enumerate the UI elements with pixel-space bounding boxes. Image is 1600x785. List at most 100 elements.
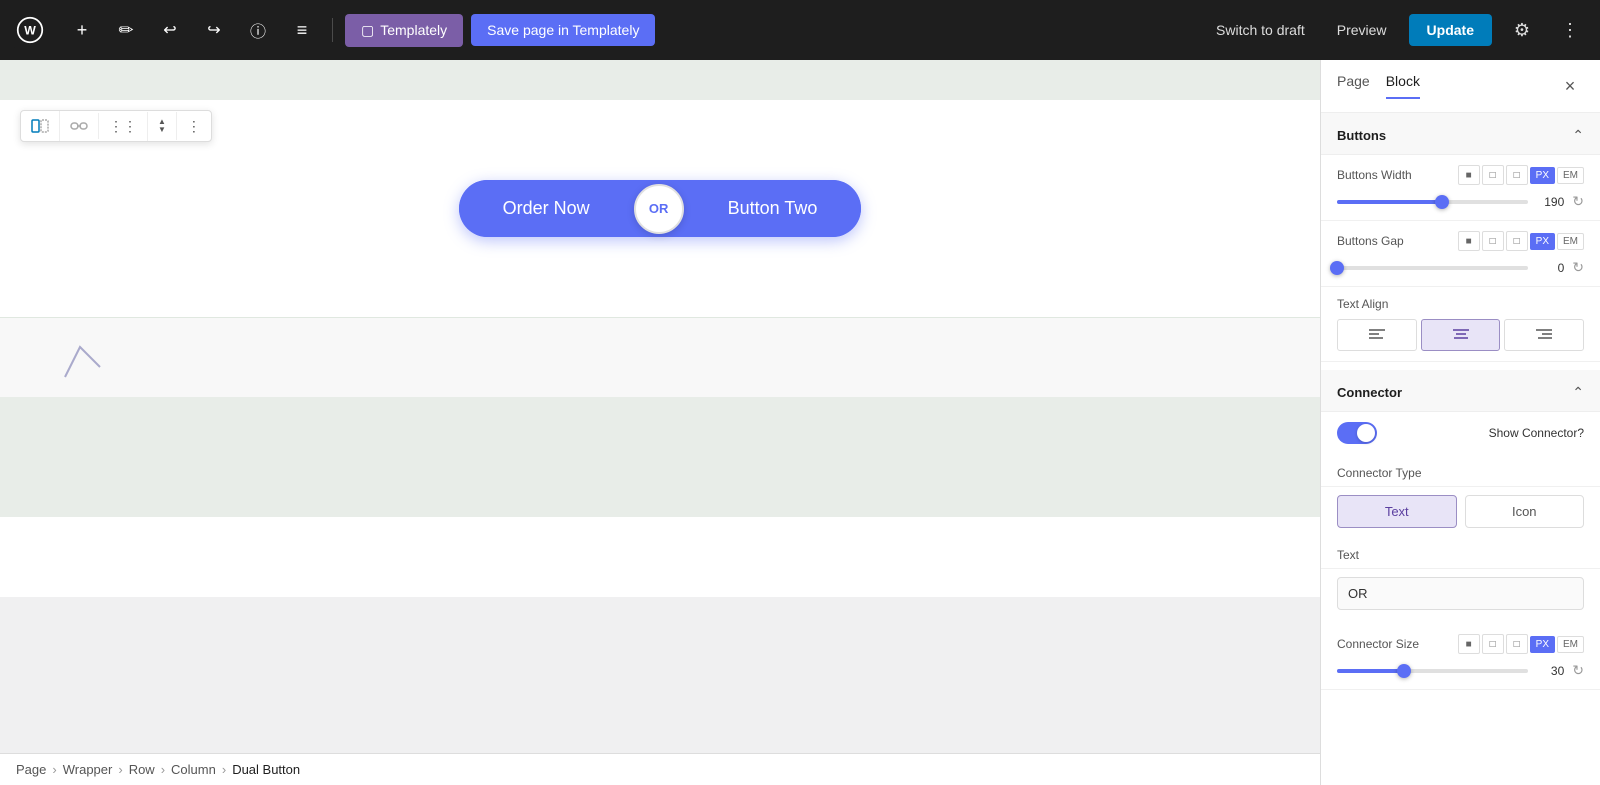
- templately-icon: ▢: [361, 22, 374, 39]
- edit-button[interactable]: ✏: [108, 12, 144, 48]
- connector-text-label-row: Text: [1321, 536, 1600, 569]
- save-page-templately-button[interactable]: Save page in Templately: [471, 14, 655, 46]
- connector-type-label: Connector Type: [1337, 466, 1422, 480]
- top-section: [0, 60, 1320, 100]
- breadcrumb-sep-1: ›: [52, 762, 56, 777]
- tablet-icon-conn[interactable]: □: [1482, 634, 1504, 654]
- connector-text-input[interactable]: [1337, 577, 1584, 610]
- move-button[interactable]: ⋮⋮: [99, 112, 148, 141]
- show-connector-label: Show Connector?: [1489, 426, 1584, 440]
- redo-button[interactable]: ↪: [196, 12, 232, 48]
- align-right-button[interactable]: [1504, 319, 1584, 351]
- connector-size-units: ■ □ □ PX EM: [1458, 634, 1584, 654]
- connector-size-reset[interactable]: ↻: [1572, 662, 1584, 679]
- toolbar: W + ✏ ↩ ↪ ⓘ ≡ ▢ Templately Save page in …: [0, 0, 1600, 60]
- connector-size-control: Connector Size ■ □ □ PX EM: [1321, 624, 1600, 690]
- connector-size-slider[interactable]: [1337, 669, 1528, 673]
- breadcrumb-wrapper[interactable]: Wrapper: [63, 762, 113, 777]
- buttons-section-header: Buttons ⌃: [1321, 113, 1600, 155]
- unit-px-conn-size[interactable]: PX: [1530, 636, 1555, 653]
- buttons-section-toggle[interactable]: ⌃: [1572, 127, 1584, 144]
- settings-button[interactable]: ⚙: [1504, 12, 1540, 48]
- responsive-icon-conn[interactable]: ■: [1458, 634, 1480, 654]
- toggle-knob: [1357, 424, 1375, 442]
- more-options-button[interactable]: ⋮: [1552, 12, 1588, 48]
- buttons-gap-reset[interactable]: ↻: [1572, 259, 1584, 276]
- connector-type-text-button[interactable]: Text: [1337, 495, 1457, 528]
- switch-to-draft-button[interactable]: Switch to draft: [1206, 16, 1315, 44]
- buttons-gap-control: Buttons Gap ■ □ □ PX EM: [1321, 221, 1600, 287]
- buttons-width-value: 190: [1536, 195, 1564, 209]
- tablet-icon-gap[interactable]: □: [1482, 231, 1504, 251]
- align-center-button[interactable]: [1421, 319, 1501, 351]
- show-connector-toggle[interactable]: [1337, 422, 1377, 444]
- slider-track: [1337, 200, 1528, 204]
- templately-label: Templately: [380, 22, 447, 38]
- connector-type-icon-button[interactable]: Icon: [1465, 495, 1585, 528]
- dual-button-wrapper: Order Now OR Button Two: [459, 180, 862, 237]
- tab-block[interactable]: Block: [1386, 73, 1420, 99]
- tablet-icon[interactable]: □: [1482, 165, 1504, 185]
- breadcrumb-column[interactable]: Column: [171, 762, 216, 777]
- responsive-icon[interactable]: ■: [1458, 165, 1480, 185]
- breadcrumb-sep-3: ›: [161, 762, 165, 777]
- connector-text-input-row: [1321, 569, 1600, 618]
- dual-button: Order Now OR Button Two: [459, 180, 862, 237]
- unit-em-gap[interactable]: EM: [1557, 233, 1584, 250]
- more-block-options[interactable]: ⋮: [177, 112, 211, 141]
- info-button[interactable]: ⓘ: [240, 12, 276, 48]
- block-type-button[interactable]: [21, 111, 60, 141]
- conn-size-thumb[interactable]: [1397, 664, 1411, 678]
- breadcrumb-sep-2: ›: [118, 762, 122, 777]
- wp-logo[interactable]: W: [12, 12, 48, 48]
- main-layout: ⋮⋮ ▲ ▼ ⋮ Order Now: [0, 60, 1600, 785]
- primary-button[interactable]: Order Now: [459, 180, 634, 237]
- connector-size-value: 30: [1536, 664, 1564, 678]
- connector-text-label: Text: [1337, 548, 1359, 562]
- gap-slider-track: [1337, 266, 1528, 270]
- responsive-icon-gap[interactable]: ■: [1458, 231, 1480, 251]
- text-align-label: Text Align: [1337, 297, 1388, 311]
- panel-close-button[interactable]: ×: [1556, 72, 1584, 100]
- link-button[interactable]: [60, 113, 99, 139]
- unit-em-conn-size[interactable]: EM: [1557, 636, 1584, 653]
- mobile-icon[interactable]: □: [1506, 165, 1528, 185]
- unit-px-buttons-width[interactable]: PX: [1530, 167, 1555, 184]
- buttons-width-slider-row: 190 ↻: [1337, 193, 1584, 210]
- gap-slider-thumb[interactable]: [1330, 261, 1344, 275]
- show-connector-row: Show Connector?: [1321, 412, 1600, 454]
- list-view-button[interactable]: ≡: [284, 12, 320, 48]
- arrow-shape: [60, 337, 120, 387]
- breadcrumb-page[interactable]: Page: [16, 762, 46, 777]
- connector-section-toggle[interactable]: ⌃: [1572, 384, 1584, 401]
- breadcrumb-row[interactable]: Row: [129, 762, 155, 777]
- buttons-gap-label: Buttons Gap: [1337, 234, 1404, 248]
- add-block-button[interactable]: +: [64, 12, 100, 48]
- canvas-scroll[interactable]: ⋮⋮ ▲ ▼ ⋮ Order Now: [0, 60, 1320, 785]
- mobile-icon-gap[interactable]: □: [1506, 231, 1528, 251]
- secondary-button[interactable]: Button Two: [684, 180, 862, 237]
- text-align-group: [1337, 319, 1584, 351]
- canvas-area: ⋮⋮ ▲ ▼ ⋮ Order Now: [0, 60, 1320, 785]
- unit-em-buttons-width[interactable]: EM: [1557, 167, 1584, 184]
- buttons-gap-units: ■ □ □ PX EM: [1458, 231, 1584, 251]
- tab-page[interactable]: Page: [1337, 73, 1370, 99]
- buttons-width-slider[interactable]: [1337, 200, 1528, 204]
- update-button[interactable]: Update: [1409, 14, 1492, 46]
- mobile-icon-conn[interactable]: □: [1506, 634, 1528, 654]
- breadcrumb-dual-button[interactable]: Dual Button: [232, 762, 300, 777]
- bottom-section: [0, 397, 1320, 517]
- slider-thumb[interactable]: [1435, 195, 1449, 209]
- panel-scroll[interactable]: Buttons ⌃ Buttons Width ■ □ □ PX EM: [1321, 113, 1600, 785]
- templately-button[interactable]: ▢ Templately: [345, 14, 463, 47]
- buttons-width-units: ■ □ □ PX EM: [1458, 165, 1584, 185]
- buttons-width-reset[interactable]: ↻: [1572, 193, 1584, 210]
- undo-button[interactable]: ↩: [152, 12, 188, 48]
- preview-button[interactable]: Preview: [1327, 16, 1397, 44]
- unit-px-gap[interactable]: PX: [1530, 233, 1555, 250]
- up-down-button[interactable]: ▲ ▼: [148, 112, 177, 140]
- align-left-button[interactable]: [1337, 319, 1417, 351]
- toolbar-left: W + ✏ ↩ ↪ ⓘ ≡ ▢ Templately Save page in …: [12, 12, 655, 48]
- buttons-width-control: Buttons Width ■ □ □ PX EM: [1321, 155, 1600, 221]
- buttons-gap-slider[interactable]: [1337, 266, 1528, 270]
